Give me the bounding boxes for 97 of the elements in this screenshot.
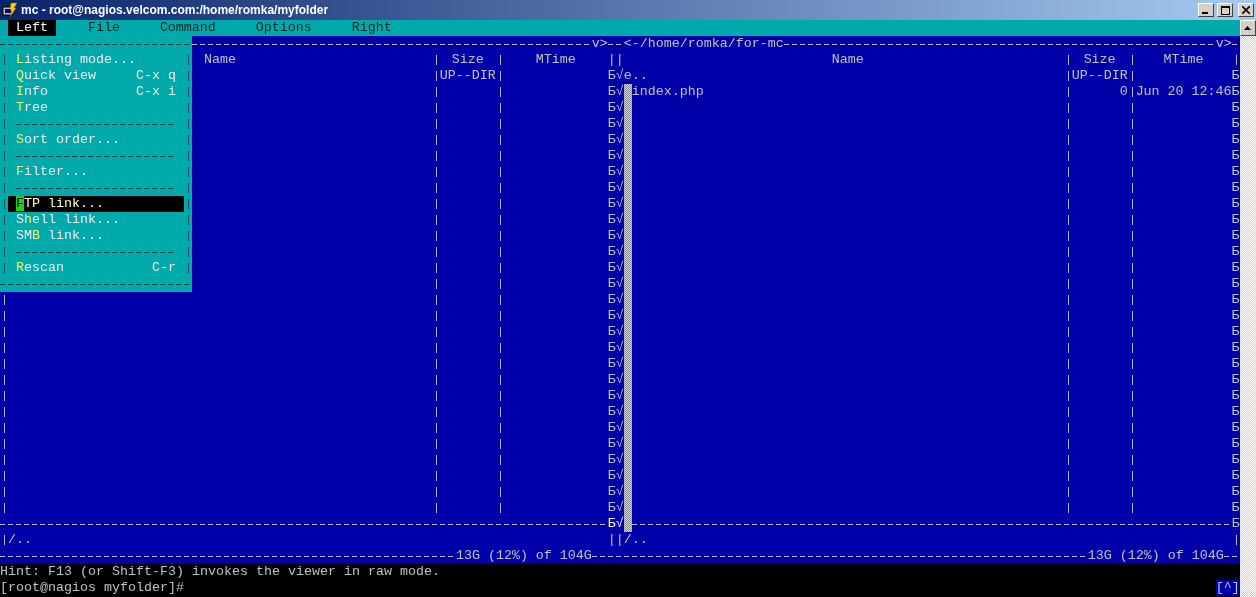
panel-glyph: Б [1231,420,1240,436]
panel-marker[interactable]: v> [1215,36,1232,52]
panel-glyph: Б√ [607,164,624,180]
panel-glyph: Б√ [607,324,624,340]
file-name[interactable]: index.php [631,84,704,100]
panel-glyph: Б√ [607,148,624,164]
panel-glyph: Б [1231,244,1240,260]
panel-glyph: Б [1231,228,1240,244]
panel-glyph: Б [1231,116,1240,132]
panel-glyph: Б [1231,324,1240,340]
shell-prompt: [root@nagios myfolder]# [0,580,184,596]
panel-glyph: Б√ [607,388,624,404]
menu-item[interactable]: Left [8,20,56,36]
column-header[interactable]: MTime [1163,52,1204,68]
column-header[interactable]: Size [1083,52,1116,68]
file-mtime: Jun 20 12:46 [1135,84,1232,100]
column-header[interactable]: Size [451,52,484,68]
panel-glyph: Б√ [607,468,624,484]
panel-glyph: Б [1231,148,1240,164]
panel-glyph: Б [1231,132,1240,148]
panel-glyph: Б√ [607,180,624,196]
column-header[interactable]: MTime [535,52,576,68]
panel-glyph: Б√ [607,420,624,436]
free-space: 13G (12%) of 104G [455,548,592,564]
panel-glyph: Б√ [607,308,624,324]
panel-glyph: Б [1231,180,1240,196]
panel-glyph: Б√ [607,452,624,468]
panel-glyph: Б√ [607,260,624,276]
free-space: 13G (12%) of 104G [1087,548,1224,564]
menu-item[interactable]: File [79,20,128,36]
menu-entry[interactable]: FTP link... [8,196,184,212]
panel-glyph: Б√ [607,228,624,244]
minimize-button[interactable] [1198,3,1214,17]
panel-glyph: Б [1231,68,1240,84]
panel-glyph: Б [1231,404,1240,420]
panel-glyph: Б√ [607,84,624,100]
column-header[interactable]: Name [831,52,864,68]
panel-glyph: Б√ [607,212,624,228]
panel-path: <-/home/romka/for-mc [623,36,784,52]
panel-glyph: Б√ [607,116,624,132]
menu-item[interactable]: Options [247,20,320,36]
cursor-block [623,516,632,532]
panel-glyph: Б√ [607,276,624,292]
panel-glyph: Б√ [607,244,624,260]
panel-glyph: Б [1231,196,1240,212]
window-title: mc - root@nagios.velcom.com:/home/romka/myfolder [21,3,330,17]
panel-glyph: Б√ [607,132,624,148]
panel-glyph: Б [1231,372,1240,388]
panel-glyph: Б [1231,388,1240,404]
file-size: 0 [1119,84,1128,100]
panel-glyph: Б√ [607,340,624,356]
panel-glyph: Б [1231,260,1240,276]
panel-glyph: Б√ [607,372,624,388]
panel-glyph: Б√ [607,484,624,500]
panel-glyph: Б [1231,356,1240,372]
panel-marker[interactable]: v> [591,36,608,52]
panel-glyph: || [607,532,624,548]
panel-glyph: Б√ [607,436,624,452]
panel-glyph: Б [1231,500,1240,516]
maximize-button[interactable] [1217,3,1233,17]
panel-glyph: Б√ [607,100,624,116]
panel-glyph: Б√ [607,356,624,372]
menu-item[interactable]: Right [343,20,400,36]
menu-item[interactable]: Command [151,20,224,36]
panel-glyph: Б√ [607,516,624,532]
panel-glyph: Б [1231,516,1240,532]
panel-status: /.. [8,532,32,548]
panel-status: /.. [623,532,648,548]
panel-glyph: Б√ [607,68,624,84]
panel-glyph: Б [1231,292,1240,308]
panel-glyph: Б√ [607,500,624,516]
panel-glyph: Б [1231,212,1240,228]
panel-glyph: Б [1231,452,1240,468]
column-header[interactable]: Name [203,52,236,68]
up-arrow-icon [1244,26,1252,30]
close-icon [1242,6,1250,14]
panel-glyph: Б [1231,164,1240,180]
panel-glyph: || [607,52,624,68]
maximize-icon [1220,5,1230,15]
panel-glyph: Б [1231,276,1240,292]
panel-glyph: Б√ [607,292,624,308]
file-size: UP--DIR [439,68,496,84]
scroll-indicator: [^] [1215,580,1240,596]
panel-glyph: Б√ [607,404,624,420]
panel-glyph: Б [1231,84,1240,100]
panel-glyph: Б√ [607,196,624,212]
panel-glyph: Б [1231,100,1240,116]
file-size: UP--DIR [1071,68,1128,84]
close-button[interactable] [1238,3,1254,17]
hint-text: Hint: F13 (or Shift-F3) invokes the viewer in raw mode. [0,564,440,580]
panel-glyph: Б [1231,468,1240,484]
file-name[interactable]: е.. [623,68,648,84]
panel-glyph: Б [1231,308,1240,324]
panel-glyph: Б [1231,484,1240,500]
panel-glyph: Б [1231,436,1240,452]
computer-icon [2,2,18,18]
panel-glyph: Б [1231,340,1240,356]
